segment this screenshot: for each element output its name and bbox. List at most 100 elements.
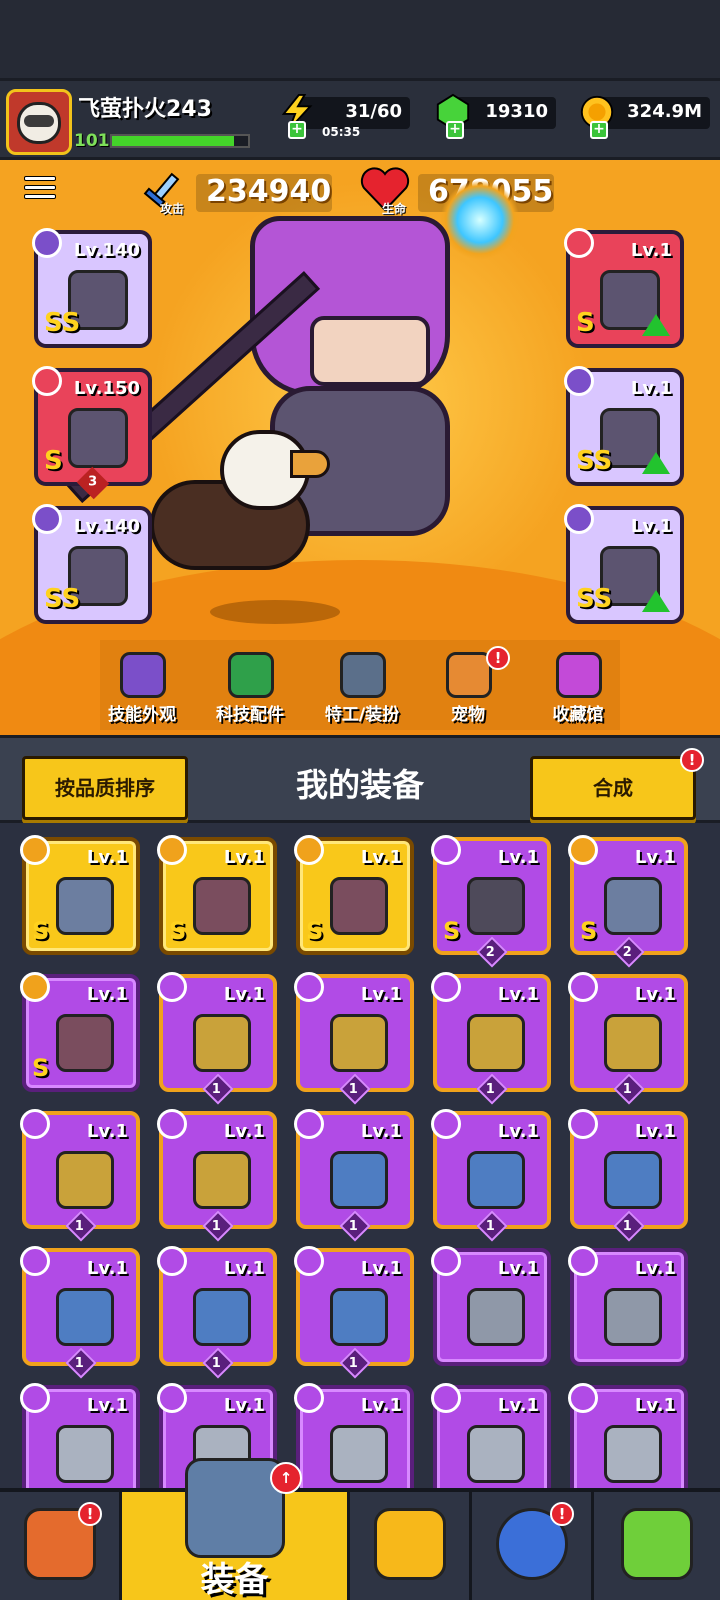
nav-tab-shop[interactable]: !	[0, 1492, 122, 1600]
inventory-item[interactable]: Lv.1 1	[431, 1109, 551, 1242]
weapon-type-icon	[568, 1246, 598, 1276]
weapon-type-icon	[568, 1383, 598, 1413]
sort-by-quality-button[interactable]: 按品质排序	[22, 756, 188, 820]
merge-alert-badge: !	[680, 748, 704, 772]
chain-pendant-icon	[56, 1151, 114, 1209]
feature-skill-skin[interactable]: 技能外观	[92, 652, 192, 732]
avatar-face-icon	[17, 102, 61, 144]
item-level: Lv.1	[86, 984, 128, 1005]
slot-level: Lv.140	[73, 516, 140, 537]
upgrade-arrow-icon	[642, 590, 670, 612]
feature-collection[interactable]: 收藏馆	[528, 652, 628, 732]
equipped-slot-belt[interactable]: Lv.1 SS	[564, 366, 684, 486]
item-count-text: 1	[623, 1082, 633, 1098]
pet-eagle	[150, 430, 350, 580]
inventory-item[interactable]: Lv.1 1	[568, 1109, 688, 1242]
item-level: Lv.1	[497, 984, 539, 1005]
inventory-item[interactable]: Lv.1 S	[20, 835, 140, 955]
inventory-item[interactable]: Lv.1	[431, 1246, 551, 1366]
menu-list-icon[interactable]	[24, 176, 56, 206]
item-level: Lv.1	[223, 1395, 265, 1416]
coins-plus-button[interactable]: +	[590, 121, 608, 139]
feature-pet[interactable]: 宠物 !	[418, 646, 518, 732]
inventory-item[interactable]: Lv.1	[568, 1383, 688, 1488]
inventory-item[interactable]: Lv.1	[294, 1383, 414, 1488]
gems-counter[interactable]: 19310	[436, 93, 556, 131]
weapon-type-icon	[157, 1383, 187, 1413]
inventory-item[interactable]: Lv.1 S	[157, 835, 277, 955]
coins-counter[interactable]: 324.9M	[580, 95, 710, 129]
item-rarity: S	[580, 917, 598, 945]
boots-type-icon	[157, 835, 187, 865]
item-level: Lv.1	[223, 847, 265, 868]
slot-rarity: SS	[576, 584, 613, 614]
armor-type-icon	[20, 835, 50, 865]
system-status-bar	[0, 0, 720, 78]
player-level: 101	[74, 131, 110, 151]
nav-tab-gacha[interactable]: !	[472, 1492, 594, 1600]
slot-level: Lv.140	[73, 240, 140, 261]
item-count-text: 1	[349, 1219, 359, 1235]
star-swords-icon	[373, 1508, 446, 1580]
inventory-item[interactable]: Lv.1 S 2	[431, 835, 551, 968]
inventory-item[interactable]: Lv.1 1	[157, 1246, 277, 1379]
skill-skin-icon	[120, 652, 166, 698]
feature-agent-costume[interactable]: 特工/装扮	[312, 652, 412, 732]
energy-plus-button[interactable]: +	[288, 121, 306, 139]
slot-rarity: SS	[576, 446, 613, 476]
slot-level: Lv.1	[630, 516, 672, 537]
inventory-item[interactable]: Lv.1	[568, 1246, 688, 1366]
shield-pendant-icon	[330, 1288, 388, 1346]
merge-button[interactable]: 合成	[530, 756, 696, 820]
item-count-text: 2	[486, 945, 496, 961]
slot-type-icon	[564, 228, 594, 258]
upgrade-arrow-icon	[642, 452, 670, 474]
blade-icon	[604, 1425, 662, 1483]
character-shadow	[210, 600, 340, 624]
inventory-item[interactable]: Lv.1 S 2	[568, 835, 688, 968]
equipped-slot-gloves[interactable]: Lv.140 SS	[32, 504, 152, 624]
inventory-item[interactable]: Lv.1	[20, 1383, 140, 1488]
inventory-item[interactable]: Lv.1	[431, 1383, 551, 1488]
inventory-item[interactable]: Lv.1 1	[294, 1246, 414, 1379]
equipped-slot-weapon[interactable]: Lv.140 SS	[32, 228, 152, 348]
item-rarity: S	[32, 1054, 50, 1082]
item-level: Lv.1	[634, 847, 676, 868]
section-title: 我的装备	[295, 766, 424, 804]
item-rarity: S	[306, 917, 324, 945]
chain-pendant-icon	[604, 1014, 662, 1072]
inventory-item[interactable]: Lv.1 1	[157, 972, 277, 1105]
item-level: Lv.1	[497, 1121, 539, 1142]
item-rarity: S	[169, 917, 187, 945]
nav-tab-heroes[interactable]	[350, 1492, 472, 1600]
inventory-item[interactable]: Lv.1 1	[294, 972, 414, 1105]
player-name: 飞萤扑火243	[78, 97, 212, 122]
blade-icon	[330, 1425, 388, 1483]
equipped-slot-armor[interactable]: Lv.1 S	[564, 228, 684, 348]
feature-tech-parts[interactable]: 科技配件	[200, 652, 300, 732]
inventory-item[interactable]: Lv.1 S	[20, 972, 140, 1092]
inventory-item[interactable]: Lv.1 1	[294, 1109, 414, 1242]
inventory-item[interactable]: Lv.1 1	[568, 972, 688, 1105]
necklace-type-icon	[20, 1109, 50, 1139]
inventory-item[interactable]: Lv.1 1	[157, 1109, 277, 1242]
inventory-item[interactable]: Lv.1 1	[20, 1109, 140, 1242]
armor-icon	[56, 877, 114, 935]
inventory-item[interactable]: Lv.1 1	[431, 972, 551, 1105]
item-level: Lv.1	[634, 984, 676, 1005]
gems-plus-button[interactable]: +	[446, 121, 464, 139]
item-count: 1	[202, 1073, 234, 1105]
necklace-type-icon	[294, 1246, 324, 1276]
player-avatar[interactable]	[6, 89, 72, 155]
nav-tab-equipment[interactable]: ↑ 装备	[122, 1458, 350, 1600]
equipped-slot-necklace[interactable]: Lv.150 S 3	[32, 366, 152, 500]
inventory-item[interactable]: Lv.1 S	[294, 835, 414, 955]
eagle-beak	[290, 450, 330, 478]
nav-tab-evolution[interactable]	[594, 1492, 720, 1600]
kunai-icon	[467, 1288, 525, 1346]
slot-level: Lv.150	[73, 378, 140, 399]
inventory-item[interactable]: Lv.1 1	[20, 1246, 140, 1379]
equipped-slot-boots[interactable]: Lv.1 SS	[564, 504, 684, 624]
item-level: Lv.1	[86, 847, 128, 868]
inventory-grid: Lv.1 S Lv.1 S Lv.1 S Lv.1 S 2 Lv.1 S 2 Lv.1 S Lv.1 1 Lv.…	[0, 823, 720, 1488]
